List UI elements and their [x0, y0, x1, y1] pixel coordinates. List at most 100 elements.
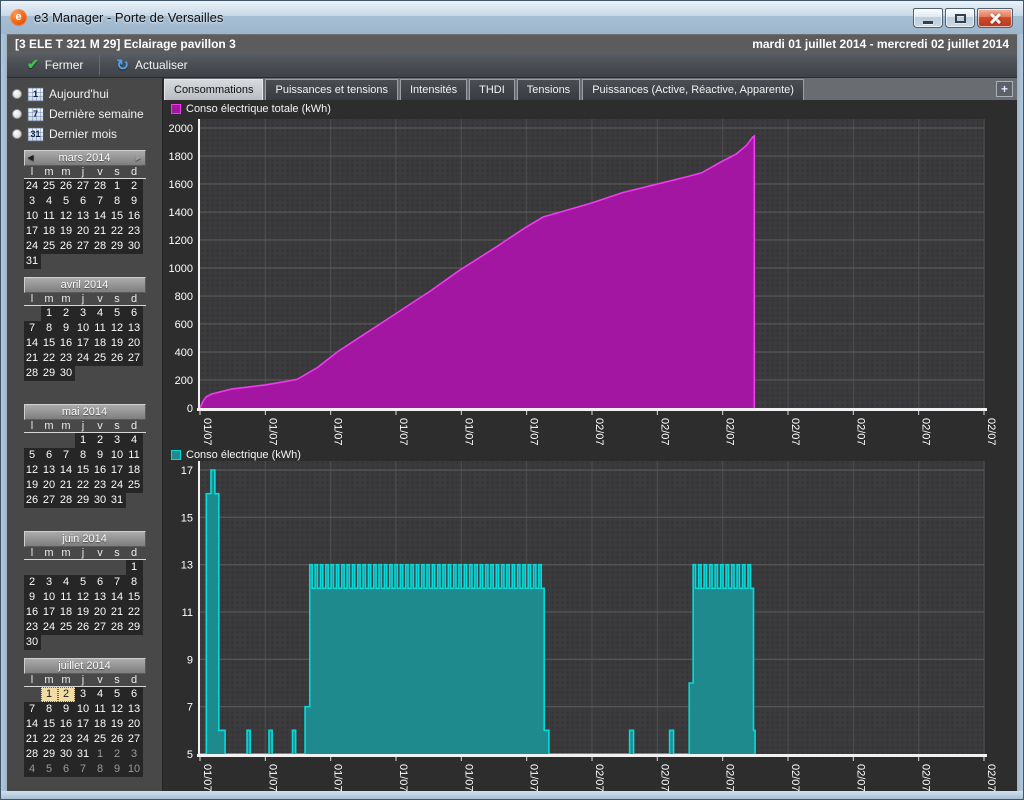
calendar-day[interactable]: 21 [109, 605, 126, 620]
calendar-day[interactable]: 6 [126, 687, 143, 702]
calendar-day[interactable]: 26 [75, 620, 92, 635]
calendar-day[interactable]: 16 [92, 463, 109, 478]
calendar-day[interactable]: 11 [41, 209, 58, 224]
calendar-day[interactable]: 5 [58, 194, 75, 209]
tab-puissances-active-r-active-apparente[interactable]: Puissances (Active, Réactive, Apparente) [582, 79, 804, 100]
calendar-day[interactable]: 24 [24, 239, 41, 254]
calendar-day[interactable]: 3 [41, 575, 58, 590]
calendar-day[interactable]: 21 [92, 224, 109, 239]
calendar-day[interactable]: 2 [109, 747, 126, 762]
calendar-day[interactable]: 6 [126, 306, 143, 321]
calendar-day[interactable]: 8 [75, 448, 92, 463]
calendar-day[interactable]: 19 [24, 478, 41, 493]
calendar-day[interactable]: 7 [58, 448, 75, 463]
calendar-day[interactable]: 31 [24, 254, 41, 269]
calendar-day[interactable]: 17 [75, 717, 92, 732]
calendar-day[interactable]: 26 [109, 351, 126, 366]
calendar-day[interactable]: 30 [126, 239, 143, 254]
radio-icon[interactable] [12, 129, 22, 139]
calendar-day[interactable]: 28 [58, 493, 75, 508]
calendar-day[interactable]: 19 [58, 224, 75, 239]
calendar-day[interactable]: 24 [75, 732, 92, 747]
calendar-day[interactable]: 29 [109, 239, 126, 254]
calendar-day[interactable]: 24 [41, 620, 58, 635]
calendar-day[interactable]: 23 [58, 351, 75, 366]
calendar-day[interactable]: 30 [58, 747, 75, 762]
calendar-day[interactable]: 9 [24, 590, 41, 605]
calendar-day[interactable]: 25 [92, 732, 109, 747]
calendar-day[interactable]: 22 [41, 351, 58, 366]
calendar-day[interactable]: 9 [109, 762, 126, 777]
calendar-day[interactable]: 2 [92, 433, 109, 448]
calendar-day[interactable]: 3 [126, 747, 143, 762]
calendar-day[interactable]: 14 [24, 336, 41, 351]
calendar-day[interactable]: 14 [109, 590, 126, 605]
calendar-day[interactable]: 20 [92, 605, 109, 620]
calendar-day[interactable]: 7 [92, 194, 109, 209]
calendar-day[interactable]: 19 [109, 717, 126, 732]
actualiser-button[interactable]: ↻ Actualiser [106, 53, 197, 77]
calendar-day[interactable]: 3 [75, 306, 92, 321]
tab-intensit-s[interactable]: Intensités [400, 79, 467, 100]
calendar-day[interactable]: 29 [126, 620, 143, 635]
calendar-day[interactable]: 12 [75, 590, 92, 605]
calendar-day[interactable]: 4 [126, 433, 143, 448]
calendar-day[interactable]: 28 [24, 366, 41, 381]
calendar-day[interactable]: 7 [24, 702, 41, 717]
calendar-day[interactable]: 9 [58, 702, 75, 717]
calendar-day[interactable]: 27 [126, 732, 143, 747]
calendar-day[interactable]: 8 [126, 575, 143, 590]
calendar-day[interactable]: 21 [24, 351, 41, 366]
calendar-prev-icon[interactable]: ◀ [28, 151, 34, 165]
calendar-day[interactable]: 10 [109, 448, 126, 463]
calendar-day[interactable]: 4 [92, 306, 109, 321]
calendar-day[interactable]: 4 [92, 687, 109, 702]
calendar-day[interactable]: 23 [92, 478, 109, 493]
calendar-day[interactable]: 29 [41, 366, 58, 381]
minimize-button[interactable] [913, 8, 943, 28]
calendar-day[interactable]: 30 [24, 635, 41, 650]
calendar-day[interactable]: 29 [41, 747, 58, 762]
calendar-day[interactable]: 16 [24, 605, 41, 620]
tab-thdi[interactable]: THDI [469, 79, 515, 100]
calendar-day[interactable]: 1 [75, 433, 92, 448]
calendar-day[interactable]: 14 [24, 717, 41, 732]
calendar-day[interactable]: 1 [126, 560, 143, 575]
calendar-day[interactable]: 31 [75, 747, 92, 762]
calendar-day[interactable]: 27 [92, 620, 109, 635]
maximize-button[interactable] [945, 8, 975, 28]
calendar-day[interactable]: 26 [24, 493, 41, 508]
calendar-day[interactable]: 14 [58, 463, 75, 478]
calendar-day[interactable]: 20 [41, 478, 58, 493]
calendar-day[interactable]: 22 [75, 478, 92, 493]
calendar-day[interactable]: 16 [58, 336, 75, 351]
calendar-day[interactable]: 18 [92, 336, 109, 351]
calendar-day[interactable]: 22 [41, 732, 58, 747]
calendar-day[interactable]: 8 [41, 321, 58, 336]
calendar-day[interactable]: 25 [126, 478, 143, 493]
calendar-day[interactable]: 17 [75, 336, 92, 351]
calendar-day-selected[interactable]: 2 [58, 687, 75, 702]
calendar-day[interactable]: 30 [58, 366, 75, 381]
calendar-day[interactable]: 23 [24, 620, 41, 635]
calendar-day[interactable]: 3 [109, 433, 126, 448]
range-derni-re-semaine[interactable]: 7Dernière semaine [7, 104, 162, 124]
calendar-day[interactable]: 5 [75, 575, 92, 590]
calendar-day[interactable]: 27 [126, 351, 143, 366]
calendar-day[interactable]: 9 [92, 448, 109, 463]
calendar-day[interactable]: 10 [24, 209, 41, 224]
calendar-day[interactable]: 18 [92, 717, 109, 732]
calendar-day[interactable]: 26 [58, 239, 75, 254]
calendar-day[interactable]: 5 [24, 448, 41, 463]
calendar-day[interactable]: 13 [75, 209, 92, 224]
calendar-day[interactable]: 28 [24, 747, 41, 762]
calendar-day[interactable]: 31 [109, 493, 126, 508]
calendar-day[interactable]: 4 [24, 762, 41, 777]
calendar-day[interactable]: 26 [58, 179, 75, 194]
calendar-day[interactable]: 28 [109, 620, 126, 635]
calendar-day[interactable]: 14 [92, 209, 109, 224]
calendar-day[interactable]: 18 [58, 605, 75, 620]
calendar-day[interactable]: 24 [75, 351, 92, 366]
calendar-day[interactable]: 5 [41, 762, 58, 777]
calendar-day[interactable]: 10 [75, 321, 92, 336]
